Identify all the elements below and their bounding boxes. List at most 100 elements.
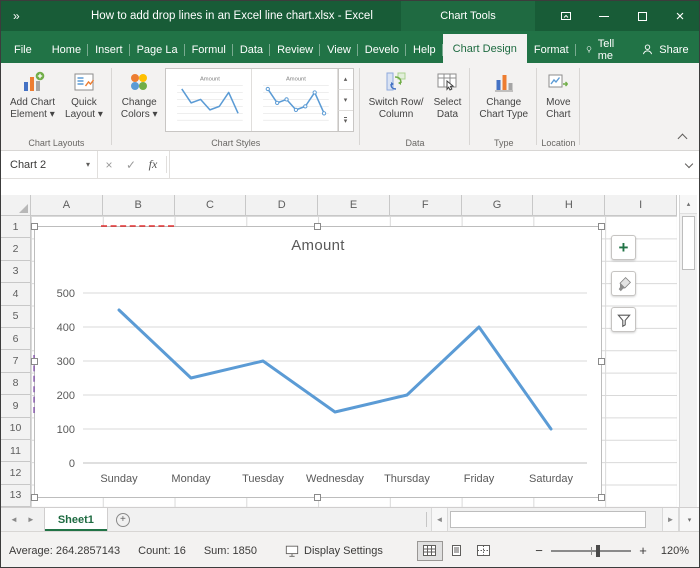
scroll-down-button[interactable]: ▾ [679, 508, 699, 531]
zoom-slider-thumb[interactable] [596, 545, 600, 557]
row-header-4[interactable]: 4 [1, 283, 31, 305]
chart-handle-bottom-middle[interactable] [314, 494, 321, 501]
insert-function-button[interactable]: fx [142, 151, 164, 178]
column-header-c[interactable]: C [175, 195, 247, 216]
change-colors-button[interactable]: Change Colors ▾ [116, 65, 163, 120]
horizontal-scrollbar-thumb[interactable] [450, 511, 646, 528]
row-header-10[interactable]: 10 [1, 418, 31, 440]
zoom-in-button[interactable]: + [638, 543, 648, 558]
column-header-i[interactable]: I [605, 195, 677, 216]
row-header-5[interactable]: 5 [1, 306, 31, 328]
column-header-g[interactable]: G [462, 195, 534, 216]
page-break-view-button[interactable] [471, 541, 497, 561]
chart-handle-top-right[interactable] [598, 223, 605, 230]
row-header-2[interactable]: 2 [1, 238, 31, 260]
row-header-6[interactable]: 6 [1, 328, 31, 350]
row-header-1[interactable]: 1 [1, 216, 31, 238]
sheet-nav-right-icon[interactable]: ► [27, 515, 35, 524]
chart-handle-middle-left[interactable] [31, 358, 38, 365]
chart-handle-bottom-right[interactable] [598, 494, 605, 501]
vertical-scrollbar-thumb[interactable] [682, 216, 695, 270]
tab-view[interactable]: View [320, 36, 358, 63]
chart-style-1[interactable]: Amount [166, 69, 252, 131]
chart-title[interactable]: Amount [35, 237, 601, 254]
tell-me-button[interactable]: Tell me [576, 36, 629, 63]
page-layout-view-button[interactable] [444, 541, 470, 561]
move-chart-button[interactable]: Move Chart [541, 65, 575, 120]
chart-handle-middle-right[interactable] [598, 358, 605, 365]
column-header-f[interactable]: F [390, 195, 462, 216]
quick-access-toolbar-button[interactable]: » [13, 9, 21, 23]
select-data-button[interactable]: Select Data [429, 65, 467, 120]
row-header-12[interactable]: 12 [1, 462, 31, 484]
gallery-scroll-down-button[interactable]: ▾ [338, 90, 353, 111]
tab-data[interactable]: Data [233, 36, 270, 63]
sheet-nav-left-icon[interactable]: ◄ [10, 515, 18, 524]
chart-handle-top-left[interactable] [31, 223, 38, 230]
vertical-scrollbar[interactable]: ▴ [679, 195, 697, 507]
quick-layout-button[interactable]: Quick Layout ▾ [60, 65, 108, 120]
gallery-scroll-up-button[interactable]: ▴ [338, 69, 353, 90]
chart-elements-button[interactable]: + [611, 235, 636, 260]
chart-styles-button[interactable] [611, 271, 636, 296]
name-box-dropdown[interactable]: ▾ [79, 151, 97, 178]
column-header-a[interactable]: A [31, 195, 103, 216]
maximize-button[interactable] [623, 1, 661, 31]
row-header-13[interactable]: 13 [1, 485, 31, 507]
horizontal-scrollbar-track[interactable] [448, 508, 662, 531]
row-header-11[interactable]: 11 [1, 440, 31, 462]
tab-format[interactable]: Format [527, 36, 576, 63]
chart-style-2[interactable]: Amount [252, 69, 338, 131]
tab-help[interactable]: Help [406, 36, 443, 63]
expand-formula-bar-button[interactable] [679, 151, 699, 178]
status-count[interactable]: Count: 16 [138, 545, 186, 557]
scroll-right-button[interactable]: ► [662, 508, 679, 531]
scroll-up-button[interactable]: ▴ [680, 195, 697, 214]
chart-handle-bottom-left[interactable] [31, 494, 38, 501]
display-settings-button[interactable]: Display Settings [285, 544, 383, 558]
tab-review[interactable]: Review [270, 36, 320, 63]
status-sum[interactable]: Sum: 1850 [204, 545, 257, 557]
row-header-8[interactable]: 8 [1, 373, 31, 395]
minimize-button[interactable] [585, 1, 623, 31]
scroll-left-button[interactable]: ◄ [431, 508, 448, 531]
column-header-b[interactable]: B [103, 195, 175, 216]
gallery-more-button[interactable]: ▾ [338, 111, 353, 131]
add-chart-element-button[interactable]: Add Chart Element ▾ [5, 65, 60, 120]
sheet-tab-sheet1[interactable]: Sheet1 [44, 508, 108, 531]
column-header-d[interactable]: D [246, 195, 318, 216]
formula-input[interactable] [169, 151, 679, 178]
chart-handle-top-middle[interactable] [314, 223, 321, 230]
zoom-slider[interactable] [551, 550, 631, 552]
row-header-3[interactable]: 3 [1, 261, 31, 283]
tab-page-la[interactable]: Page La [130, 36, 185, 63]
tab-file[interactable]: File [1, 36, 45, 63]
row-header-9[interactable]: 9 [1, 395, 31, 417]
enter-button[interactable]: ✓ [120, 151, 142, 178]
ribbon-display-options-button[interactable] [547, 1, 585, 31]
tab-insert[interactable]: Insert [88, 36, 130, 63]
status-average[interactable]: Average: 264.2857143 [9, 545, 120, 557]
column-header-h[interactable]: H [533, 195, 605, 216]
row-header-7[interactable]: 7 [1, 350, 31, 372]
embedded-chart[interactable]: 0100200300400500SundayMondayTuesdayWedne… [34, 226, 602, 498]
zoom-percentage[interactable]: 120% [655, 545, 689, 557]
share-button[interactable]: Share [628, 36, 700, 63]
cancel-button[interactable]: × [98, 151, 120, 178]
tab-develo[interactable]: Develo [358, 36, 406, 63]
select-all-corner[interactable] [1, 195, 31, 216]
chart-filters-button[interactable] [611, 307, 636, 332]
zoom-out-button[interactable]: − [534, 543, 544, 558]
column-header-e[interactable]: E [318, 195, 390, 216]
close-button[interactable]: × [661, 1, 699, 31]
tab-formul[interactable]: Formul [185, 36, 233, 63]
switch-row-column-button[interactable]: Switch Row/ Column [364, 65, 429, 120]
horizontal-scrollbar[interactable]: ◄ ► [431, 508, 679, 531]
change-chart-type-button[interactable]: Change Chart Type [474, 65, 533, 120]
normal-view-button[interactable] [417, 541, 443, 561]
tab-home[interactable]: Home [45, 36, 88, 63]
collapse-ribbon-button[interactable] [675, 131, 689, 143]
tab-chart-design[interactable]: Chart Design [443, 34, 527, 63]
name-box[interactable]: Chart 2 ▾ [1, 151, 98, 178]
new-sheet-button[interactable]: + [108, 508, 138, 531]
